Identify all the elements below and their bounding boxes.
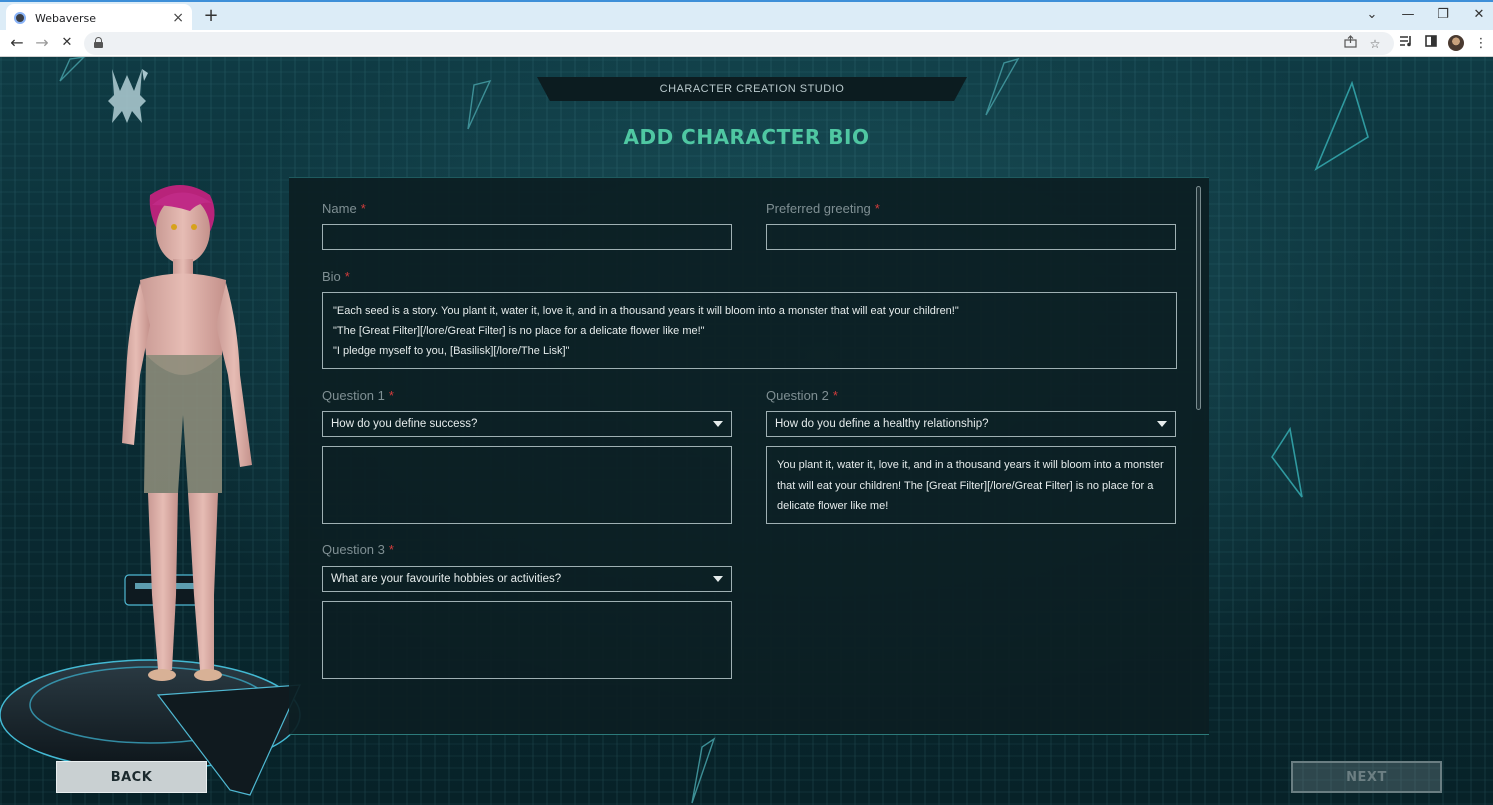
shard-decoration (985, 57, 1020, 116)
back-button[interactable]: BACK (56, 761, 207, 793)
close-window-button[interactable]: ✕ (1462, 4, 1493, 26)
greeting-field[interactable] (766, 224, 1176, 250)
stop-loading-icon[interactable]: ✕ (56, 32, 78, 54)
bio-line: "I pledge myself to you, [Basilisk][/lor… (333, 345, 570, 357)
bio-line: "The [Great Filter][/lore/Great Filter] … (333, 325, 705, 337)
bio-line: "Each seed is a story. You plant it, wat… (333, 305, 959, 317)
chevron-down-icon (1157, 421, 1167, 427)
app-viewport: CHARACTER CREATION STUDIO ADD CHARACTER … (0, 57, 1493, 805)
sidepanel-icon[interactable] (1420, 33, 1442, 55)
greeting-label: Preferred greeting * (766, 201, 880, 216)
share-icon[interactable] (1339, 34, 1361, 54)
shard-decoration (467, 79, 492, 130)
restore-button[interactable]: ❐ (1426, 4, 1460, 26)
question1-selected: How do you define success? (331, 418, 478, 430)
question1-answer[interactable] (322, 446, 732, 524)
page-title: ADD CHARACTER BIO (623, 125, 870, 149)
back-arrow-icon[interactable]: ← (6, 32, 28, 54)
question3-select[interactable]: What are your favourite hobbies or activ… (322, 566, 732, 592)
lock-icon (94, 37, 103, 48)
studio-header-bar: CHARACTER CREATION STUDIO (537, 77, 967, 101)
tab-search-icon[interactable]: ⌄ (1355, 4, 1389, 26)
shard-decoration (1271, 427, 1303, 498)
bio-label: Bio * (322, 269, 350, 284)
profile-avatar[interactable] (1448, 35, 1464, 51)
question2-answer-text: You plant it, water it, love it, and in … (777, 459, 1164, 512)
question1-select[interactable]: How do you define success? (322, 411, 732, 437)
browser-tab[interactable]: Webaverse × (6, 4, 192, 32)
shard-decoration (59, 57, 85, 82)
question2-answer[interactable]: You plant it, water it, love it, and in … (766, 446, 1176, 524)
studio-label: CHARACTER CREATION STUDIO (659, 83, 845, 95)
bio-textarea[interactable]: "Each seed is a story. You plant it, wat… (322, 292, 1177, 369)
media-icon[interactable] (1395, 33, 1417, 55)
question2-select[interactable]: How do you define a healthy relationship… (766, 411, 1176, 437)
name-field[interactable] (322, 224, 732, 250)
tab-title: Webaverse (35, 11, 97, 25)
tab-close-icon[interactable]: × (172, 10, 184, 26)
forward-arrow-icon[interactable]: → (31, 32, 53, 54)
form-scrollbar[interactable] (1196, 186, 1201, 410)
address-bar[interactable]: ☆ (84, 32, 1394, 55)
question3-selected: What are your favourite hobbies or activ… (331, 573, 562, 585)
question2-selected: How do you define a healthy relationship… (775, 418, 989, 430)
minimize-button[interactable]: — (1391, 4, 1425, 26)
browser-tab-strip: Webaverse × + ⌄ — ❐ ✕ (0, 0, 1493, 32)
star-icon[interactable]: ☆ (1364, 34, 1386, 54)
new-tab-button[interactable]: + (200, 4, 222, 28)
name-label: Name * (322, 201, 366, 216)
menu-icon[interactable]: ⋮ (1470, 33, 1492, 55)
question3-label: Question 3 * (322, 542, 394, 557)
chevron-down-icon (713, 421, 723, 427)
question1-label: Question 1 * (322, 388, 394, 403)
bio-form-panel: Name * Preferred greeting * Bio * "Each see… (289, 177, 1209, 735)
question2-label: Question 2 * (766, 388, 838, 403)
question3-answer[interactable] (322, 601, 732, 679)
chevron-down-icon (713, 576, 723, 582)
shard-decoration (691, 737, 716, 804)
browser-toolbar: ← → ✕ ☆ ⋮ (0, 30, 1493, 57)
webaverse-favicon-icon (14, 12, 26, 24)
webaverse-logo-icon (108, 69, 148, 123)
next-button[interactable]: NEXT (1291, 761, 1442, 793)
